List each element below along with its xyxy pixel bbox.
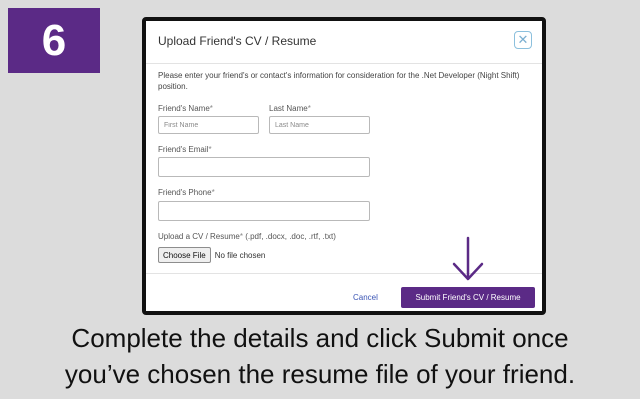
step-number-badge: 6 [8,8,100,73]
dialog-intro-text: Please enter your friend's or contact's … [158,71,520,91]
submit-cv-button[interactable]: Submit Friend's CV / Resume [401,287,535,308]
upload-label: Upload a CV / Resume* (.pdf, .docx, .doc… [158,232,336,241]
first-name-input[interactable] [158,116,259,134]
arrow-down-icon [452,236,484,281]
first-name-label: Friend's Name* [158,104,213,113]
email-label: Friend's Email* [158,145,212,154]
last-name-label-text: Last Name [269,104,308,113]
cancel-button[interactable]: Cancel [353,293,378,302]
dialog-title: Upload Friend's CV / Resume [158,34,317,48]
phone-label-text: Friend's Phone [158,188,212,197]
file-status: No file chosen [214,250,266,260]
last-name-label: Last Name* [269,104,311,113]
caption-line-1: Complete the details and click Submit on… [71,323,569,353]
first-name-label-text: Friend's Name [158,104,210,113]
phone-label: Friend's Phone* [158,188,215,197]
upload-formats: (.pdf, .docx, .doc, .rtf, .txt) [245,232,336,241]
choose-file-button[interactable]: Choose File [158,247,211,263]
email-field[interactable] [158,157,370,177]
upload-label-text: Upload a CV / Resume [158,232,240,241]
required-marker: * [307,104,311,113]
required-marker: * [211,188,215,197]
close-icon[interactable]: ✕ [514,31,532,49]
instruction-caption: Complete the details and click Submit on… [0,320,640,392]
dialog-header: Upload Friend's CV / Resume ✕ [146,21,542,64]
caption-line-2: you’ve chosen the resume file of your fr… [64,359,576,389]
required-marker: * [208,145,212,154]
last-name-input[interactable] [269,116,370,134]
file-picker: Choose File No file chosen [158,247,265,263]
email-label-text: Friend's Email [158,145,209,154]
required-marker: * [239,232,243,241]
required-marker: * [209,104,213,113]
phone-field[interactable] [158,201,370,221]
